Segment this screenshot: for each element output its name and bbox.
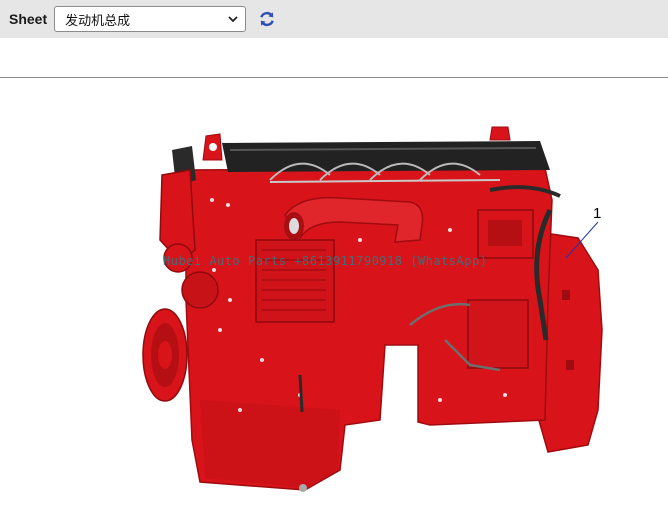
sheet-label: Sheet — [9, 11, 48, 27]
watermark-text: Hubei Auto Parts +8613911790918 (WhatsAp… — [163, 254, 488, 268]
engine-illustration — [142, 126, 603, 492]
sheet-select-value: 发动机总成 — [65, 13, 131, 29]
sheet-select[interactable]: 发动机总成 — [54, 6, 247, 32]
toolbar: Sheet 发动机总成 — [0, 0, 668, 38]
engine-diagram — [142, 126, 603, 492]
callout-label-1[interactable]: 1 — [593, 205, 601, 222]
chevron-down-icon — [228, 16, 238, 23]
refresh-icon[interactable] — [257, 9, 277, 29]
